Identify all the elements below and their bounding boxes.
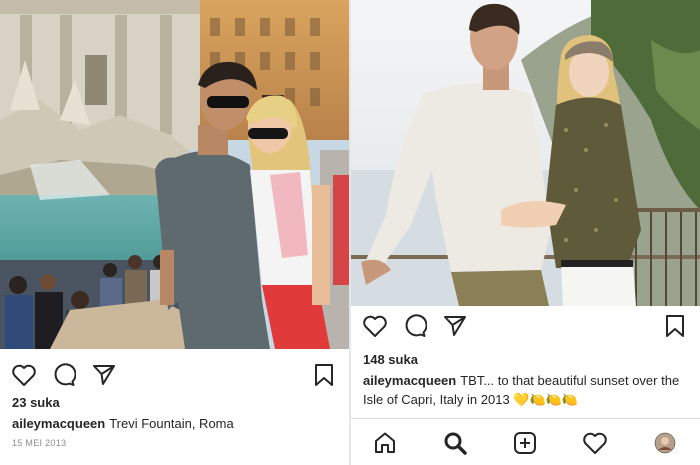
comment-button[interactable] [50,361,78,389]
post-caption: aileymacqueen TBT... to that beautiful su… [363,371,693,409]
save-button[interactable] [310,361,338,389]
bookmark-icon [666,315,684,337]
post-photo-trevi-fountain[interactable] [0,0,349,349]
comment-button[interactable] [401,312,429,340]
save-button[interactable] [661,312,689,340]
post-capri: 148 suka aileymacqueen TBT... to that bea… [351,0,700,465]
heart-icon [583,432,607,454]
caption-text: Trevi Fountain, Roma [109,416,234,431]
comment-icon [405,314,427,337]
paper-plane-icon [93,365,115,385]
comment-icon [54,363,76,386]
post-caption: aileymacqueen Trevi Fountain, Roma [12,414,342,433]
like-button[interactable] [10,361,38,389]
post-actions [351,306,700,350]
bookmark-icon [315,364,333,386]
tab-search[interactable] [441,429,469,457]
tab-profile[interactable] [651,429,679,457]
search-icon [444,432,467,455]
paper-plane-icon [444,316,466,336]
plus-square-icon [514,432,536,454]
heart-icon [363,315,387,337]
like-button[interactable] [361,312,389,340]
post-date: 15 MEI 2013 [12,438,67,448]
share-button[interactable] [90,361,118,389]
username-link[interactable]: aileymacqueen [363,373,456,388]
username-link[interactable]: aileymacqueen [12,416,105,431]
post-photo-isle-of-capri[interactable] [351,0,700,306]
home-icon [375,432,395,453]
post-trevi: 23 suka aileymacqueen Trevi Fountain, Rom… [0,0,349,465]
tab-home[interactable] [371,429,399,457]
post-actions [0,355,349,399]
heart-icon [12,364,36,386]
share-button[interactable] [441,312,469,340]
bottom-tab-bar [351,418,700,465]
tab-new-post[interactable] [511,429,539,457]
likes-count[interactable]: 23 suka [12,395,60,410]
likes-count[interactable]: 148 suka [363,352,418,367]
tab-activity[interactable] [581,429,609,457]
avatar [654,432,676,454]
